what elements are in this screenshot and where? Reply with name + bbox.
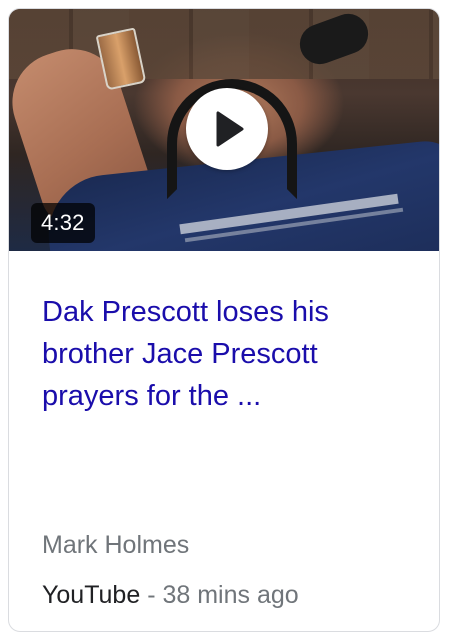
video-thumbnail[interactable]: 4:32	[9, 9, 439, 251]
video-source: YouTube	[42, 581, 141, 609]
video-timestamp: 38 mins ago	[162, 581, 299, 609]
video-title-link[interactable]: Dak Prescott loses his brother Jace Pres…	[42, 291, 392, 417]
video-duration-badge: 4:32	[31, 203, 95, 243]
meta-separator: -	[140, 581, 163, 609]
video-card[interactable]: 4:32 Dak Prescott loses his brother Jace…	[8, 8, 440, 632]
video-author: Mark Holmes	[42, 531, 190, 559]
play-icon	[216, 111, 244, 147]
play-button[interactable]	[186, 88, 268, 170]
video-meta: YouTube - 38 mins ago	[42, 577, 299, 613]
